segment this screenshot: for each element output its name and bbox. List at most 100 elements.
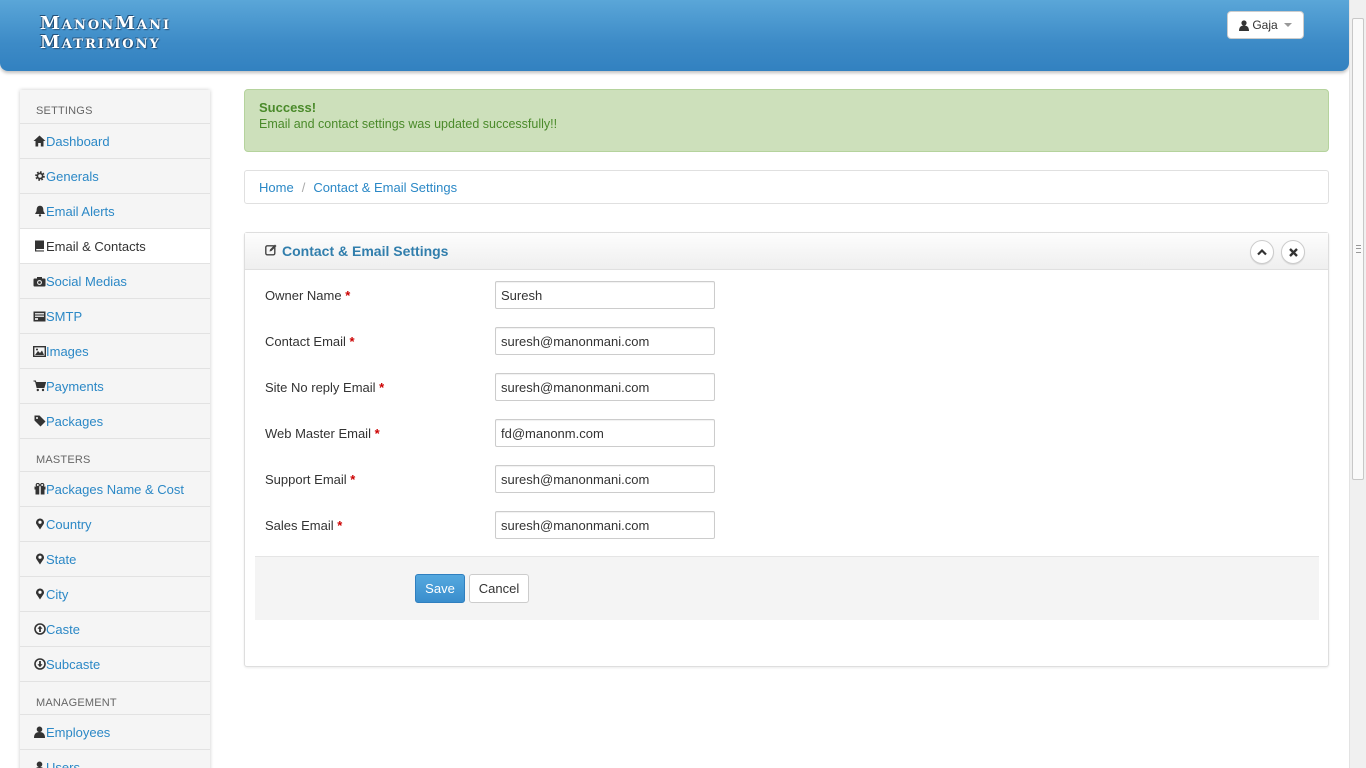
sidebar-item-label: Users bbox=[46, 759, 80, 768]
sales-email-input[interactable] bbox=[495, 511, 715, 539]
field-label-text: Contact Email bbox=[265, 334, 346, 349]
book-icon bbox=[33, 240, 46, 253]
required-mark: * bbox=[350, 472, 356, 487]
sidebar-item-label: Images bbox=[46, 343, 89, 359]
site-logo[interactable]: ManonMani Matrimony bbox=[40, 14, 171, 52]
field-label: Contact Email * bbox=[265, 334, 355, 349]
logo-line-1: ManonMani bbox=[40, 13, 172, 34]
sidebar-item-label: Email & Contacts bbox=[46, 238, 146, 254]
edit-icon bbox=[265, 243, 277, 259]
sidebar-item-label: Packages Name & Cost bbox=[46, 481, 185, 497]
support-email-input[interactable] bbox=[495, 465, 715, 493]
sidebar-item-label: Dashboard bbox=[46, 133, 110, 149]
cancel-button[interactable]: Cancel bbox=[469, 574, 529, 603]
user-icon bbox=[1239, 19, 1250, 31]
save-button[interactable]: Save bbox=[415, 574, 465, 603]
sidebar-item-dashboard[interactable]: Dashboard bbox=[20, 123, 210, 158]
sidebar-item-packages[interactable]: Packages bbox=[20, 403, 210, 438]
sidebar-item-state[interactable]: State bbox=[20, 541, 210, 576]
breadcrumb: Home / Contact & Email Settings bbox=[244, 170, 1329, 204]
close-icon bbox=[1288, 247, 1298, 257]
picture-icon bbox=[33, 345, 46, 358]
breadcrumb-separator: / bbox=[301, 179, 306, 195]
server-icon bbox=[33, 310, 46, 323]
field-label: Support Email * bbox=[265, 472, 355, 487]
user-name: Gaja bbox=[1252, 18, 1278, 32]
panel-title: Contact & Email Settings bbox=[265, 243, 448, 259]
sidebar-item-city[interactable]: City bbox=[20, 576, 210, 611]
sidebar-item-country[interactable]: Country bbox=[20, 506, 210, 541]
required-mark: * bbox=[374, 426, 380, 441]
sidebar-item-label: State bbox=[46, 551, 77, 567]
close-panel-button[interactable] bbox=[1281, 240, 1305, 264]
sidebar-item-label: Caste bbox=[46, 621, 80, 637]
sidebar-item-label: Email Alerts bbox=[46, 203, 115, 219]
user-menu-button[interactable]: Gaja bbox=[1227, 11, 1304, 39]
page-scrollbar[interactable] bbox=[1349, 0, 1366, 768]
form-row-site-no-reply-email: Site No reply Email * bbox=[265, 373, 725, 401]
field-label-text: Sales Email bbox=[265, 518, 334, 533]
sidebar-item-label: Social Medias bbox=[46, 273, 127, 289]
required-mark: * bbox=[337, 518, 343, 533]
chevron-up-icon bbox=[1257, 248, 1267, 256]
sidebar-item-label: Packages bbox=[46, 413, 104, 429]
sidebar-item-email-alerts[interactable]: Email Alerts bbox=[20, 193, 210, 228]
field-label-text: Web Master Email bbox=[265, 426, 371, 441]
field-label: Web Master Email * bbox=[265, 426, 380, 441]
camera-icon bbox=[33, 275, 46, 288]
success-alert: Success! Email and contact settings was … bbox=[244, 89, 1329, 152]
field-label-text: Owner Name bbox=[265, 288, 342, 303]
owner-name-input[interactable] bbox=[495, 281, 715, 309]
form-row-support-email: Support Email * bbox=[265, 465, 725, 493]
field-label: Sales Email * bbox=[265, 518, 342, 533]
required-mark: * bbox=[349, 334, 355, 349]
form-row-web-master-email: Web Master Email * bbox=[265, 419, 725, 447]
scrollbar-thumb[interactable] bbox=[1352, 18, 1364, 480]
chevron-down-icon bbox=[1283, 23, 1292, 27]
collapse-panel-button[interactable] bbox=[1250, 240, 1274, 264]
sidebar-item-caste[interactable]: Caste bbox=[20, 611, 210, 646]
sidebar-section-masters: MASTERS bbox=[20, 438, 210, 471]
sidebar-item-label: Generals bbox=[46, 168, 99, 184]
sidebar-item-label: Country bbox=[46, 516, 92, 532]
sidebar-item-employees[interactable]: Employees bbox=[20, 714, 210, 749]
sidebar-item-payments[interactable]: Payments bbox=[20, 368, 210, 403]
sidebar-item-label: Subcaste bbox=[46, 656, 101, 672]
sidebar-item-social-medias[interactable]: Social Medias bbox=[20, 263, 210, 298]
sidebar-item-users[interactable]: Users bbox=[20, 749, 210, 768]
field-label: Owner Name * bbox=[265, 288, 350, 303]
breadcrumb-home-link[interactable]: Home bbox=[259, 180, 294, 195]
form-row-contact-email: Contact Email * bbox=[265, 327, 725, 355]
bell-icon bbox=[33, 205, 46, 218]
field-label-text: Site No reply Email bbox=[265, 380, 376, 395]
contact-email-input[interactable] bbox=[495, 327, 715, 355]
required-mark: * bbox=[379, 380, 385, 395]
panel-header: Contact & Email Settings bbox=[245, 233, 1328, 270]
sidebar-item-label: SMTP bbox=[46, 308, 83, 324]
settings-panel: Contact & Email Settings Owner Name *Con… bbox=[244, 232, 1329, 667]
web-master-email-input[interactable] bbox=[495, 419, 715, 447]
panel-title-text: Contact & Email Settings bbox=[282, 243, 449, 259]
sidebar-item-generals[interactable]: Generals bbox=[20, 158, 210, 193]
field-label-text: Support Email bbox=[265, 472, 347, 487]
gear-icon bbox=[33, 170, 46, 183]
sidebar-item-smtp[interactable]: SMTP bbox=[20, 298, 210, 333]
form-actions: Save Cancel bbox=[255, 556, 1319, 620]
cart-icon bbox=[33, 380, 46, 393]
sidebar-item-images[interactable]: Images bbox=[20, 333, 210, 368]
sidebar-item-subcaste[interactable]: Subcaste bbox=[20, 646, 210, 681]
page: ManonMani Matrimony Gaja SETTINGS Dashbo… bbox=[0, 0, 1366, 768]
alert-title: Success! bbox=[259, 100, 317, 115]
circle-arrow-up-icon bbox=[33, 623, 46, 636]
sidebar-item-email-and-contacts[interactable]: Email & Contacts bbox=[20, 228, 210, 263]
home-icon bbox=[33, 135, 46, 148]
sidebar-item-label: Employees bbox=[46, 724, 111, 740]
form-row-owner-name: Owner Name * bbox=[265, 281, 725, 309]
required-mark: * bbox=[345, 288, 351, 303]
sidebar-item-label: City bbox=[46, 586, 69, 602]
site-no-reply-email-input[interactable] bbox=[495, 373, 715, 401]
sidebar-item-packages-name-and-cost[interactable]: Packages Name & Cost bbox=[20, 471, 210, 506]
sidebar-section-settings: SETTINGS bbox=[36, 105, 93, 117]
sidebar-section-management: MANAGEMENT bbox=[20, 681, 210, 714]
breadcrumb-current-link[interactable]: Contact & Email Settings bbox=[313, 180, 457, 195]
